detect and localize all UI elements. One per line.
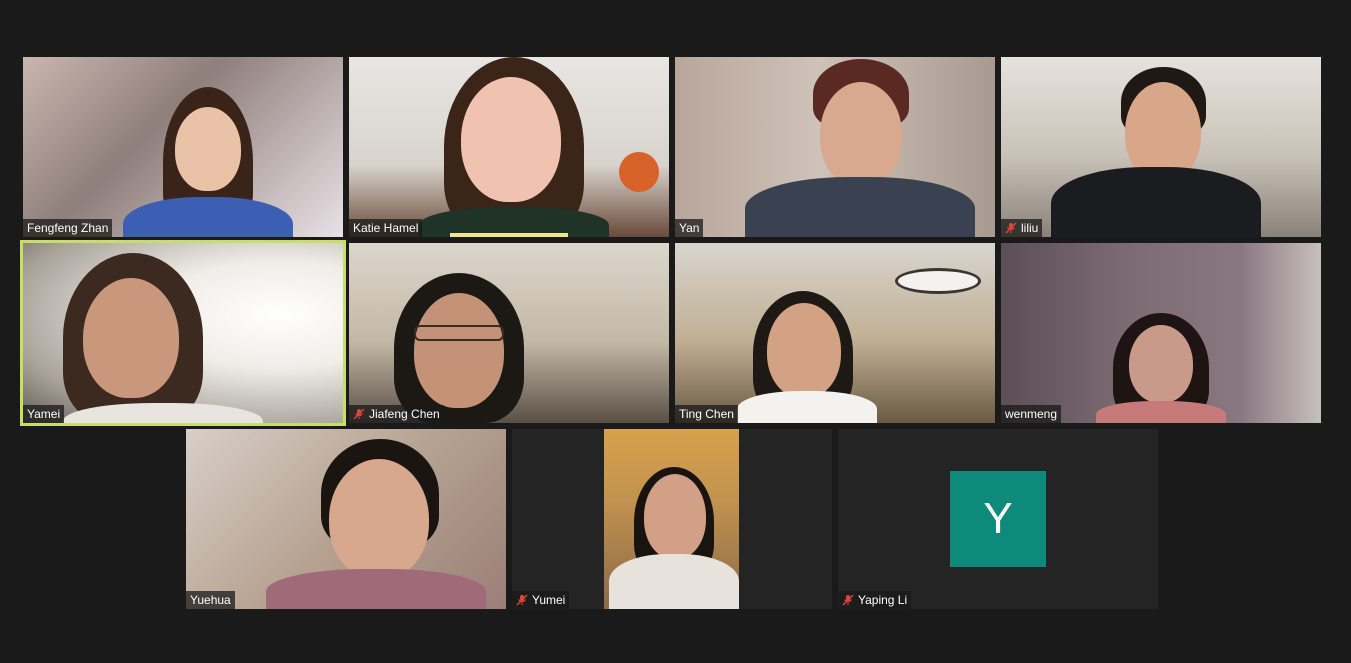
participant-name-label: Yumei <box>512 591 570 609</box>
mic-muted-icon <box>842 594 854 606</box>
participant-name: Jiafeng Chen <box>369 407 440 421</box>
video-tile-katie-hamel[interactable]: Katie Hamel <box>349 57 669 237</box>
participant-body <box>1096 401 1226 423</box>
mic-muted-icon <box>353 408 365 420</box>
participant-name-label: Fengfeng Zhan <box>23 219 113 237</box>
ceiling-light <box>895 268 981 294</box>
participant-face <box>461 77 561 202</box>
participant-face <box>175 107 241 191</box>
participant-face <box>329 459 429 579</box>
avatar-letter: Y <box>983 494 1013 543</box>
participant-name-label: Katie Hamel <box>349 219 423 237</box>
video-tile-wenmeng[interactable]: wenmeng <box>1001 243 1321 423</box>
participant-name: Yaping Li <box>858 593 908 607</box>
video-tile-yan[interactable]: Yan <box>675 57 995 237</box>
participant-body <box>123 197 293 237</box>
video-tile-liliu[interactable]: liliu <box>1001 57 1321 237</box>
video-tile-yuehua[interactable]: Yuehua <box>186 429 506 609</box>
video-tile-jiafeng-chen[interactable]: Jiafeng Chen <box>349 243 669 423</box>
participant-face <box>644 474 706 559</box>
participant-body <box>745 177 975 237</box>
mic-muted-icon <box>516 594 528 606</box>
participant-face <box>83 278 179 398</box>
participant-name-label: Jiafeng Chen <box>349 405 444 423</box>
participant-name: liliu <box>1021 221 1039 235</box>
video-tile-yamei[interactable]: Yamei <box>20 240 346 426</box>
avatar: Y <box>950 471 1046 567</box>
participant-name: Katie Hamel <box>353 221 419 235</box>
participant-name-label: wenmeng <box>1001 405 1062 423</box>
participant-face <box>1129 325 1193 403</box>
participant-name: Yumei <box>532 593 566 607</box>
participant-name: Yamei <box>27 407 61 421</box>
participant-name-label: Ting Chen <box>675 405 738 423</box>
participant-name-label: Yuehua <box>186 591 235 609</box>
participant-name: wenmeng <box>1005 407 1058 421</box>
participant-body <box>737 391 877 423</box>
video-tile-ting-chen[interactable]: Ting Chen <box>675 243 995 423</box>
video-tile-yumei[interactable]: Yumei <box>512 429 832 609</box>
participant-face <box>767 303 841 398</box>
participant-name-label: Yaping Li <box>838 591 912 609</box>
glasses <box>414 325 504 341</box>
portrait-video <box>604 429 739 609</box>
participant-face <box>414 293 504 408</box>
video-tile-fengfeng-zhan[interactable]: Fengfeng Zhan <box>23 57 343 237</box>
participant-name: Yan <box>679 221 700 235</box>
participant-name-label: Yan <box>675 219 704 237</box>
participant-name: Yuehua <box>190 593 231 607</box>
participant-name-label: liliu <box>1001 219 1043 237</box>
participant-body <box>266 569 486 609</box>
flowers-decoration <box>619 152 659 192</box>
mic-muted-icon <box>1005 222 1017 234</box>
participant-name: Ting Chen <box>679 407 734 421</box>
video-tile-yaping-li[interactable]: Y Yaping Li <box>838 429 1158 609</box>
participant-body <box>609 554 739 609</box>
participant-face <box>820 82 902 187</box>
participant-body <box>1051 167 1261 237</box>
participant-name-label: Yamei <box>23 405 65 423</box>
participant-name: Fengfeng Zhan <box>27 221 109 235</box>
speaking-indicator <box>450 233 568 237</box>
